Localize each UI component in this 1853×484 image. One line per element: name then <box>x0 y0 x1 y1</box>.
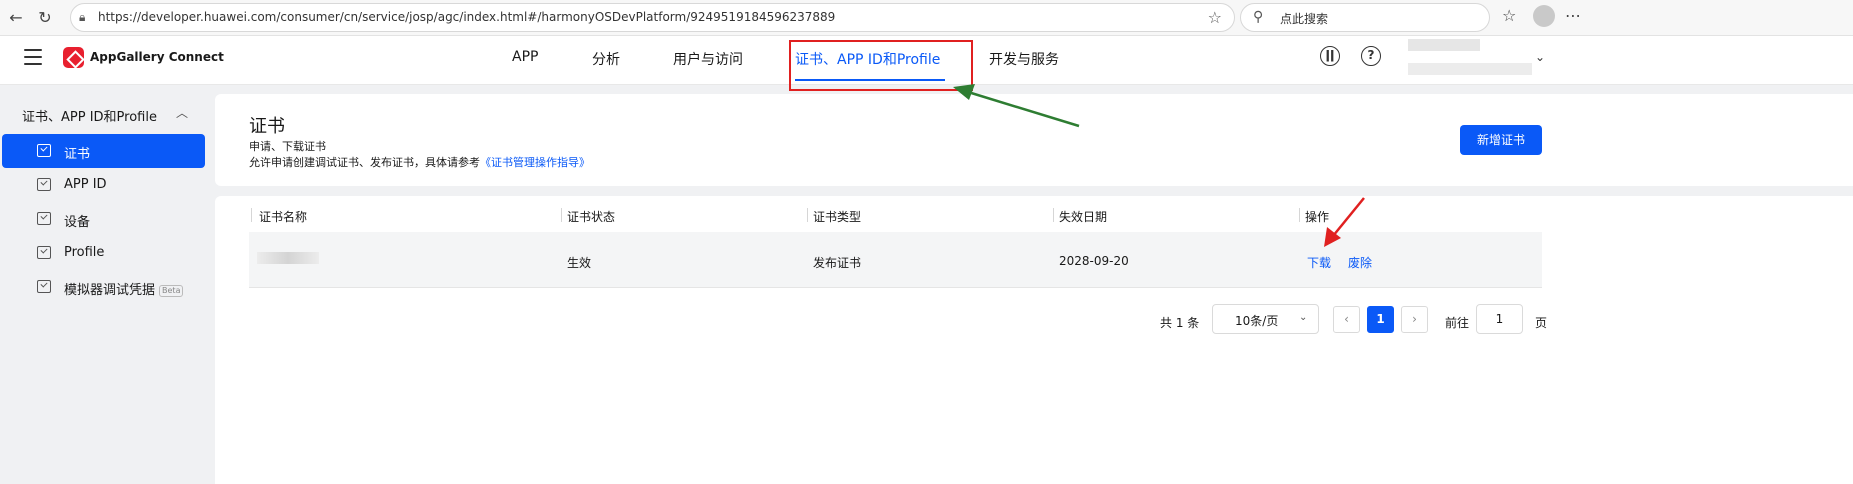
address-bar[interactable]: 🔒︎ https://developer.huawei.com/consumer… <box>70 3 1235 32</box>
device-icon <box>37 212 51 225</box>
chevron-up-icon[interactable]: ︿ <box>176 104 188 121</box>
column-header-type: 证书类型 <box>813 210 862 224</box>
column-separator <box>807 208 808 222</box>
help-icon[interactable]: ? <box>1361 46 1381 66</box>
user-account-redacted <box>1408 63 1532 75</box>
sidebar-item-label: 证书 <box>64 147 91 162</box>
column-separator <box>561 208 562 222</box>
column-separator <box>1299 208 1300 222</box>
new-certificate-button[interactable]: 新增证书 <box>1460 125 1542 155</box>
revoke-link[interactable]: 废除 <box>1348 254 1372 271</box>
page-description: 允许申请创建调试证书、发布证书，具体请参考《证书管理操作指导》 <box>249 154 590 170</box>
sidebar-item-emulator-credentials[interactable]: 模拟器调试凭据 Beta <box>2 270 205 304</box>
url-text: https://developer.huawei.com/consumer/cn… <box>98 10 836 24</box>
page-subtitle: 申请、下载证书 <box>249 140 326 153</box>
certificate-icon <box>37 144 51 157</box>
browser-search-input[interactable]: ⚲ 点此搜索 <box>1240 3 1490 32</box>
browser-profile-avatar[interactable] <box>1533 5 1555 27</box>
description-text: 允许申请创建调试证书、发布证书，具体请参考 <box>249 156 480 169</box>
sidebar-item-label: 模拟器调试凭据 Beta <box>64 279 184 298</box>
page-number-current[interactable]: 1 <box>1367 306 1394 333</box>
column-separator <box>251 208 252 222</box>
download-link[interactable]: 下载 <box>1307 254 1331 271</box>
sidebar-item-devices[interactable]: 设备 <box>2 202 205 236</box>
column-header-name: 证书名称 <box>259 210 308 224</box>
search-icon: ⚲ <box>1253 9 1264 25</box>
page-size-select[interactable]: 10条/页 ⌄ <box>1212 304 1319 334</box>
sidebar-item-label: 设备 <box>64 215 91 230</box>
browser-toolbar: ← ↻ 🔒︎ https://developer.huawei.com/cons… <box>0 0 1853 36</box>
column-header-expiry: 失效日期 <box>1059 210 1108 224</box>
guide-link[interactable]: 《证书管理操作指导》 <box>480 156 590 169</box>
prev-page-button[interactable]: ‹ <box>1333 306 1360 333</box>
sidebar-item-app-id[interactable]: APP ID <box>2 168 205 202</box>
sidebar-group-label[interactable]: 证书、APP ID和Profile <box>22 106 157 125</box>
column-header-actions: 操作 <box>1305 210 1330 224</box>
search-placeholder: 点此搜索 <box>1280 12 1329 26</box>
nav-users-access[interactable]: 用户与访问 <box>673 49 743 69</box>
lock-icon: 🔒︎ <box>79 10 86 24</box>
certificate-header-panel: 证书 申请、下载证书 允许申请创建调试证书、发布证书，具体请参考《证书管理操作指… <box>215 94 1853 186</box>
chevron-down-icon[interactable]: ⌄ <box>1535 50 1545 64</box>
back-icon[interactable]: ← <box>5 7 27 29</box>
chevron-down-icon: ⌄ <box>1299 312 1308 323</box>
page-suffix: 页 <box>1535 316 1548 330</box>
reload-icon[interactable]: ↻ <box>34 7 56 29</box>
pagination-total: 共 1 条 <box>1160 316 1200 330</box>
user-name-redacted <box>1408 39 1480 51</box>
profile-icon <box>37 246 51 259</box>
brand-name: AppGallery Connect <box>90 50 224 64</box>
bookmark-star-icon[interactable]: ☆ <box>1208 8 1222 27</box>
sidebar: 证书、APP ID和Profile ︿ 证书 APP ID 设备 Profile… <box>0 86 213 484</box>
column-separator <box>1053 208 1054 222</box>
beta-badge: Beta <box>159 284 184 297</box>
page-size-value: 10条/页 <box>1235 314 1279 328</box>
sidebar-item-certificates[interactable]: 证书 <box>2 134 205 168</box>
nav-analytics[interactable]: 分析 <box>592 49 620 69</box>
sidebar-item-label: Profile <box>64 245 105 260</box>
goto-label: 前往 <box>1445 316 1470 330</box>
certificate-type: 发布证书 <box>813 256 862 270</box>
emulator-icon <box>37 280 51 293</box>
certificate-name-redacted <box>257 252 319 264</box>
column-header-status: 证书状态 <box>567 210 616 224</box>
nav-app[interactable]: APP <box>512 49 538 65</box>
more-icon[interactable]: ⋯ <box>1565 6 1581 25</box>
certificate-status: 生效 <box>567 256 592 270</box>
certificate-list-panel: 证书名称 证书状态 证书类型 失效日期 操作 生效 发布证书 2028-09-2… <box>215 196 1853 484</box>
highlight-box <box>789 40 973 91</box>
certificate-expiry: 2028-09-20 <box>1059 254 1129 268</box>
appgallery-logo <box>63 47 84 68</box>
page-title: 证书 <box>249 116 285 137</box>
favorites-icon[interactable]: ☆ <box>1502 6 1516 25</box>
nav-dev-services[interactable]: 开发与服务 <box>989 49 1059 69</box>
feedback-icon[interactable]: ǀǀ <box>1320 46 1340 66</box>
goto-page-input[interactable]: 1 <box>1476 304 1523 334</box>
table-row: 生效 发布证书 2028-09-20 下载 废除 <box>249 232 1542 288</box>
next-page-button[interactable]: › <box>1401 306 1428 333</box>
sidebar-item-label: APP ID <box>64 177 107 192</box>
menu-icon[interactable] <box>24 49 42 65</box>
app-id-icon <box>37 178 51 191</box>
sidebar-item-text: 模拟器调试凭据 <box>64 283 156 298</box>
sidebar-item-profile[interactable]: Profile <box>2 236 205 270</box>
